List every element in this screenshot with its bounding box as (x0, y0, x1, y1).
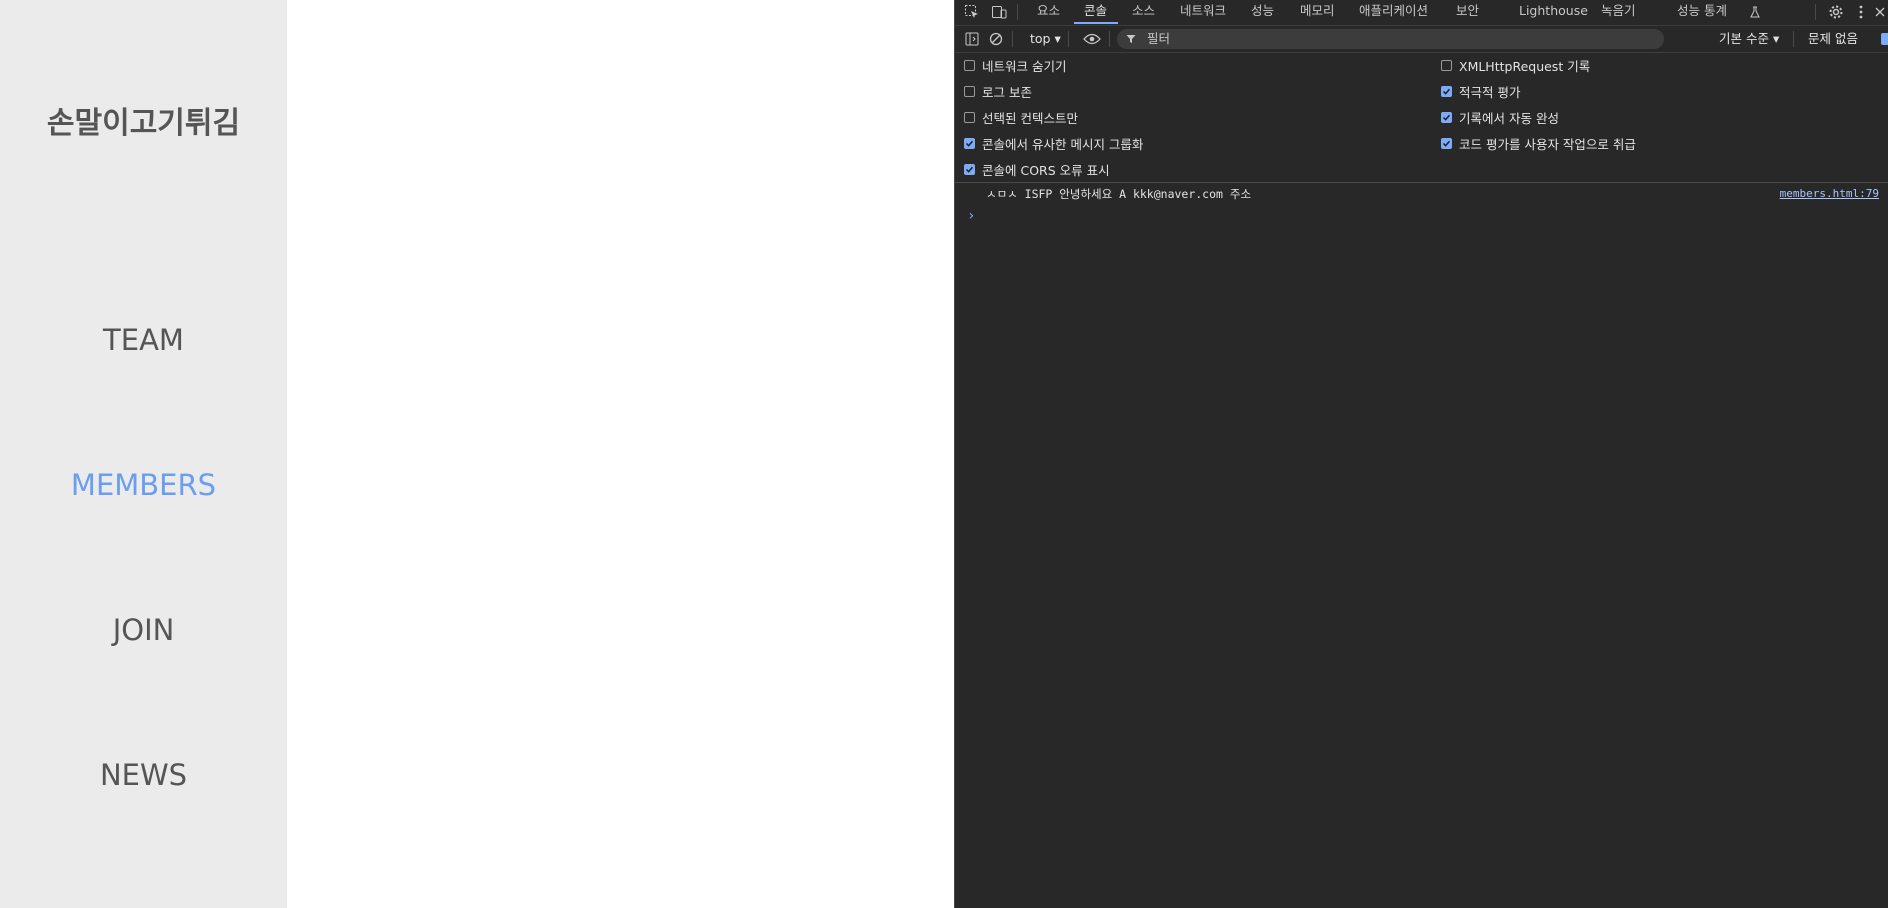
tab-application[interactable]: 애플리케이션 (1359, 0, 1428, 24)
tab-sources[interactable]: 소스 (1132, 0, 1155, 24)
setting-selected-context-only[interactable]: 선택된 컨텍스트만 (964, 109, 1078, 126)
setting-label: 선택된 컨텍스트만 (982, 110, 1078, 126)
setting-label: XMLHttpRequest 기록 (1459, 58, 1591, 74)
tab-lighthouse[interactable]: Lighthouse (1519, 0, 1588, 24)
filter-placeholder: 필터 (1147, 31, 1171, 46)
setting-label: 콘솔에서 유사한 메시지 그룹화 (982, 136, 1144, 152)
setting-eager-evaluation[interactable]: 적극적 평가 (1441, 83, 1521, 100)
log-level-dropdown[interactable]: 기본 수준 ▾ (1719, 26, 1779, 52)
clear-console-icon[interactable] (986, 29, 1006, 49)
checkbox[interactable] (964, 59, 975, 71)
setting-label: 네트워크 숨기기 (982, 58, 1067, 74)
checkbox-checked[interactable] (1441, 85, 1452, 97)
checkbox[interactable] (1441, 59, 1452, 71)
checkbox-checked[interactable] (964, 137, 975, 149)
nav-item-team[interactable]: TEAM (0, 323, 287, 357)
toolbar-divider (1109, 31, 1110, 47)
toolbar-divider (1012, 31, 1013, 47)
tab-network[interactable]: 네트워크 (1180, 0, 1226, 24)
live-expression-eye-icon[interactable] (1082, 29, 1102, 49)
tab-security[interactable]: 보안 (1456, 0, 1479, 24)
issues-counter[interactable]: 문제 없음 (1808, 26, 1858, 52)
inspect-element-icon[interactable] (962, 2, 982, 22)
context-selector[interactable]: top ▾ (1030, 26, 1061, 52)
setting-label: 로그 보존 (982, 84, 1032, 100)
nav-item-join[interactable]: JOIN (0, 613, 287, 647)
console-settings-pane: 네트워크 숨기기 로그 보존 선택된 컨텍스트만 콘솔에서 유사한 메시지 그룹… (955, 53, 1888, 183)
nav-item-news[interactable]: NEWS (0, 758, 287, 792)
close-icon[interactable] (1873, 2, 1887, 22)
flask-icon (1745, 2, 1765, 22)
tab-divider (1017, 4, 1018, 20)
checkbox[interactable] (964, 111, 975, 123)
setting-log-xhr[interactable]: XMLHttpRequest 기록 (1441, 57, 1591, 74)
context-label: top (1030, 31, 1051, 46)
more-options-icon[interactable] (1851, 2, 1871, 22)
checkbox-checked[interactable] (1441, 111, 1452, 123)
checkbox-checked[interactable] (1441, 137, 1452, 149)
devtools-panel: 요소 콘솔 소스 네트워크 성능 메모리 애플리케이션 보안 Lighthous… (954, 0, 1888, 908)
setting-label: 코드 평가를 사용자 작업으로 취급 (1459, 136, 1636, 152)
toolbar-divider (1793, 31, 1794, 47)
setting-label: 콘솔에 CORS 오류 표시 (982, 162, 1110, 178)
device-toolbar-icon[interactable] (989, 2, 1009, 22)
log-level-label: 기본 수준 (1719, 31, 1769, 46)
setting-label: 적극적 평가 (1459, 84, 1521, 100)
checkbox-checked[interactable] (964, 163, 975, 175)
console-message: ㅅㅁㅅ ISFP 안녕하세요 A kkk@naver.com 주소 member… (955, 184, 1888, 204)
settings-toggle-checkbox[interactable] (1881, 33, 1888, 45)
setting-group-similar[interactable]: 콘솔에서 유사한 메시지 그룹화 (964, 135, 1144, 152)
console-toolbar: top ▾ 필터 기본 수준 ▾ 문제 없음 (955, 26, 1888, 53)
devtools-tab-bar: 요소 콘솔 소스 네트워크 성능 메모리 애플리케이션 보안 Lighthous… (955, 0, 1888, 26)
tab-console[interactable]: 콘솔 (1084, 0, 1107, 24)
setting-preserve-log[interactable]: 로그 보존 (964, 83, 1032, 100)
active-tab-indicator (1074, 22, 1118, 24)
tab-performance[interactable]: 성능 (1251, 0, 1274, 24)
settings-gear-icon[interactable] (1826, 2, 1846, 22)
tab-elements[interactable]: 요소 (1037, 0, 1060, 24)
nav-item-members[interactable]: MEMBERS (0, 468, 287, 502)
setting-label: 기록에서 자동 완성 (1459, 110, 1559, 126)
filter-icon (1125, 29, 1137, 49)
site-logo[interactable]: 손말이고기튀김 (0, 98, 287, 142)
setting-show-cors-errors[interactable]: 콘솔에 CORS 오류 표시 (964, 161, 1110, 178)
setting-autocomplete-history[interactable]: 기록에서 자동 완성 (1441, 109, 1559, 126)
tab-recorder[interactable]: 녹음기 (1601, 0, 1636, 24)
console-prompt[interactable]: › (967, 208, 975, 224)
sidebar: 손말이고기튀김 TEAM MEMBERS JOIN NEWS (0, 0, 287, 908)
console-message-text: ㅅㅁㅅ ISFP 안녕하세요 A kkk@naver.com 주소 (986, 187, 1252, 201)
tab-memory[interactable]: 메모리 (1300, 0, 1335, 24)
setting-treat-evaluation-as-user-action[interactable]: 코드 평가를 사용자 작업으로 취급 (1441, 135, 1636, 152)
tab-divider (1815, 4, 1816, 20)
page-content-area (287, 0, 954, 908)
toolbar-divider (1068, 31, 1069, 47)
checkbox[interactable] (964, 85, 975, 97)
sidebar-toggle-icon[interactable] (962, 29, 982, 49)
tab-performance-insights[interactable]: 성능 통계 (1677, 0, 1727, 24)
filter-input[interactable]: 필터 (1117, 29, 1664, 49)
setting-hide-network[interactable]: 네트워크 숨기기 (964, 57, 1067, 74)
console-message-source-link[interactable]: members.html:79 (1780, 187, 1879, 200)
